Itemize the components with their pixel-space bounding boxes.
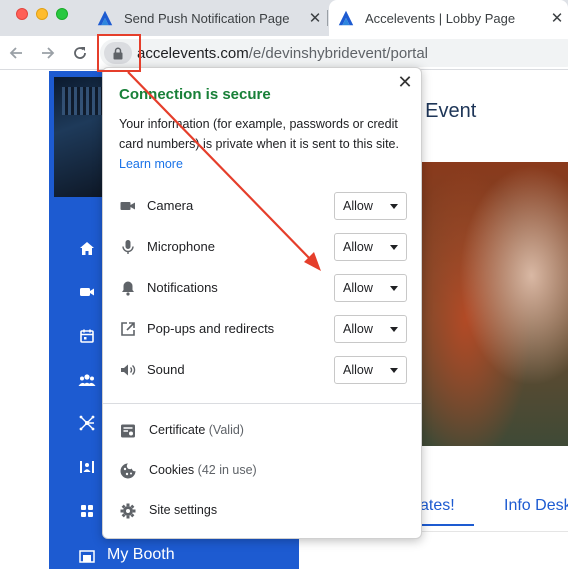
tab-close-icon[interactable]: ✕ xyxy=(304,9,326,27)
booth-icon[interactable] xyxy=(77,546,97,566)
window-close-button[interactable] xyxy=(16,8,28,20)
certificate-text: Certificate xyxy=(149,423,206,437)
grid-icon[interactable] xyxy=(77,501,97,521)
microphone-icon xyxy=(122,240,134,254)
url-text[interactable]: accelevents.com/e/devinshybridevent/port… xyxy=(137,45,428,62)
tab-accelevents-lobby[interactable]: Accelevents | Lobby Page ✕ xyxy=(329,0,568,36)
tab-info-desk[interactable]: Info Desk xyxy=(504,497,568,515)
permission-label: Sound xyxy=(147,362,185,377)
network-icon[interactable] xyxy=(77,413,97,433)
tab-close-icon[interactable]: ✕ xyxy=(546,9,568,27)
url-host: accelevents.com xyxy=(137,45,249,62)
permission-row-microphone: Microphone Allow xyxy=(119,233,407,261)
expo-icon[interactable] xyxy=(77,457,97,477)
permission-label: Camera xyxy=(147,198,194,213)
permission-label: Notifications xyxy=(147,280,218,295)
video-icon[interactable] xyxy=(77,282,97,302)
popup-divider xyxy=(103,403,421,404)
url-path: /e/devinshybridevent/portal xyxy=(248,45,428,62)
chevron-down-icon xyxy=(390,286,398,291)
reload-icon xyxy=(74,47,86,59)
window-zoom-button[interactable] xyxy=(56,8,68,20)
home-icon[interactable] xyxy=(77,239,97,259)
permission-select-camera[interactable]: Allow xyxy=(334,192,407,220)
chevron-down-icon xyxy=(390,327,398,332)
tab-strip: Send Push Notification Page ✕ Accelevent… xyxy=(0,0,568,36)
permission-label: Pop-ups and redirects xyxy=(147,321,275,336)
camera-icon xyxy=(120,202,135,210)
tab-updates[interactable]: ates! xyxy=(420,497,455,515)
back-arrow-icon xyxy=(9,47,22,59)
chevron-down-icon xyxy=(390,204,398,209)
permission-select-sound[interactable]: Allow xyxy=(334,356,407,384)
tab-send-push-notification[interactable]: Send Push Notification Page ✕ xyxy=(88,0,326,36)
hero-image xyxy=(422,162,568,446)
permission-row-sound: Sound Allow xyxy=(119,356,407,384)
tab-title: Send Push Notification Page xyxy=(124,10,290,26)
certificate-icon xyxy=(121,424,135,438)
select-value: Allow xyxy=(343,363,373,377)
select-value: Allow xyxy=(343,199,373,213)
gear-icon xyxy=(120,503,136,519)
site-info-popup: ✕ Connection is secure Your information … xyxy=(102,67,422,539)
description-text: Your information (for example, passwords… xyxy=(119,117,399,151)
permission-row-camera: Camera Allow xyxy=(119,192,407,220)
speaker-icon xyxy=(121,364,136,376)
bell-icon xyxy=(122,281,134,296)
site-settings-row[interactable]: Site settings xyxy=(119,500,409,522)
back-button[interactable] xyxy=(5,42,27,64)
select-value: Allow xyxy=(343,240,373,254)
connection-description: Your information (for example, passwords… xyxy=(119,114,411,174)
permission-select-microphone[interactable]: Allow xyxy=(334,233,407,261)
annotation-highlight-box xyxy=(97,34,141,72)
accelevents-logo-icon xyxy=(97,10,113,26)
connection-status-title: Connection is secure xyxy=(119,86,271,103)
window-minimize-button[interactable] xyxy=(36,8,48,20)
external-link-icon xyxy=(121,322,135,336)
permission-row-notifications: Notifications Allow xyxy=(119,274,407,302)
people-icon[interactable] xyxy=(77,370,97,390)
permission-row-popups: Pop-ups and redirects Allow xyxy=(119,315,407,343)
site-settings-label: Site settings xyxy=(149,503,218,517)
permission-select-notifications[interactable]: Allow xyxy=(334,274,407,302)
reload-button[interactable] xyxy=(69,42,91,64)
certificate-row[interactable]: Certificate (Valid) xyxy=(119,420,409,442)
cookie-icon xyxy=(120,463,136,479)
cookies-label: Cookies (42 in use) xyxy=(149,463,257,477)
calendar-icon[interactable] xyxy=(77,326,97,346)
cookies-count: (42 in use) xyxy=(197,463,257,477)
address-bar[interactable]: accelevents.com/e/devinshybridevent/port… xyxy=(100,39,568,67)
tab-title: Accelevents | Lobby Page xyxy=(365,10,516,26)
cookies-row[interactable]: Cookies (42 in use) xyxy=(119,460,409,482)
chevron-down-icon xyxy=(390,368,398,373)
select-value: Allow xyxy=(343,281,373,295)
permission-select-popups[interactable]: Allow xyxy=(334,315,407,343)
sidebar-item-my-booth[interactable]: My Booth xyxy=(107,546,175,564)
forward-arrow-icon xyxy=(42,47,55,59)
accelevents-logo-icon xyxy=(338,10,354,26)
close-icon[interactable]: ✕ xyxy=(397,73,413,91)
certificate-status: (Valid) xyxy=(208,423,244,437)
browser-toolbar: accelevents.com/e/devinshybridevent/port… xyxy=(0,36,568,70)
permission-label: Microphone xyxy=(147,239,215,254)
cookies-text: Cookies xyxy=(149,463,195,477)
certificate-label: Certificate (Valid) xyxy=(149,423,244,437)
chevron-down-icon xyxy=(390,245,398,250)
forward-button[interactable] xyxy=(37,42,59,64)
tab-separator xyxy=(327,10,328,26)
learn-more-link[interactable]: Learn more xyxy=(119,157,183,171)
select-value: Allow xyxy=(343,322,373,336)
